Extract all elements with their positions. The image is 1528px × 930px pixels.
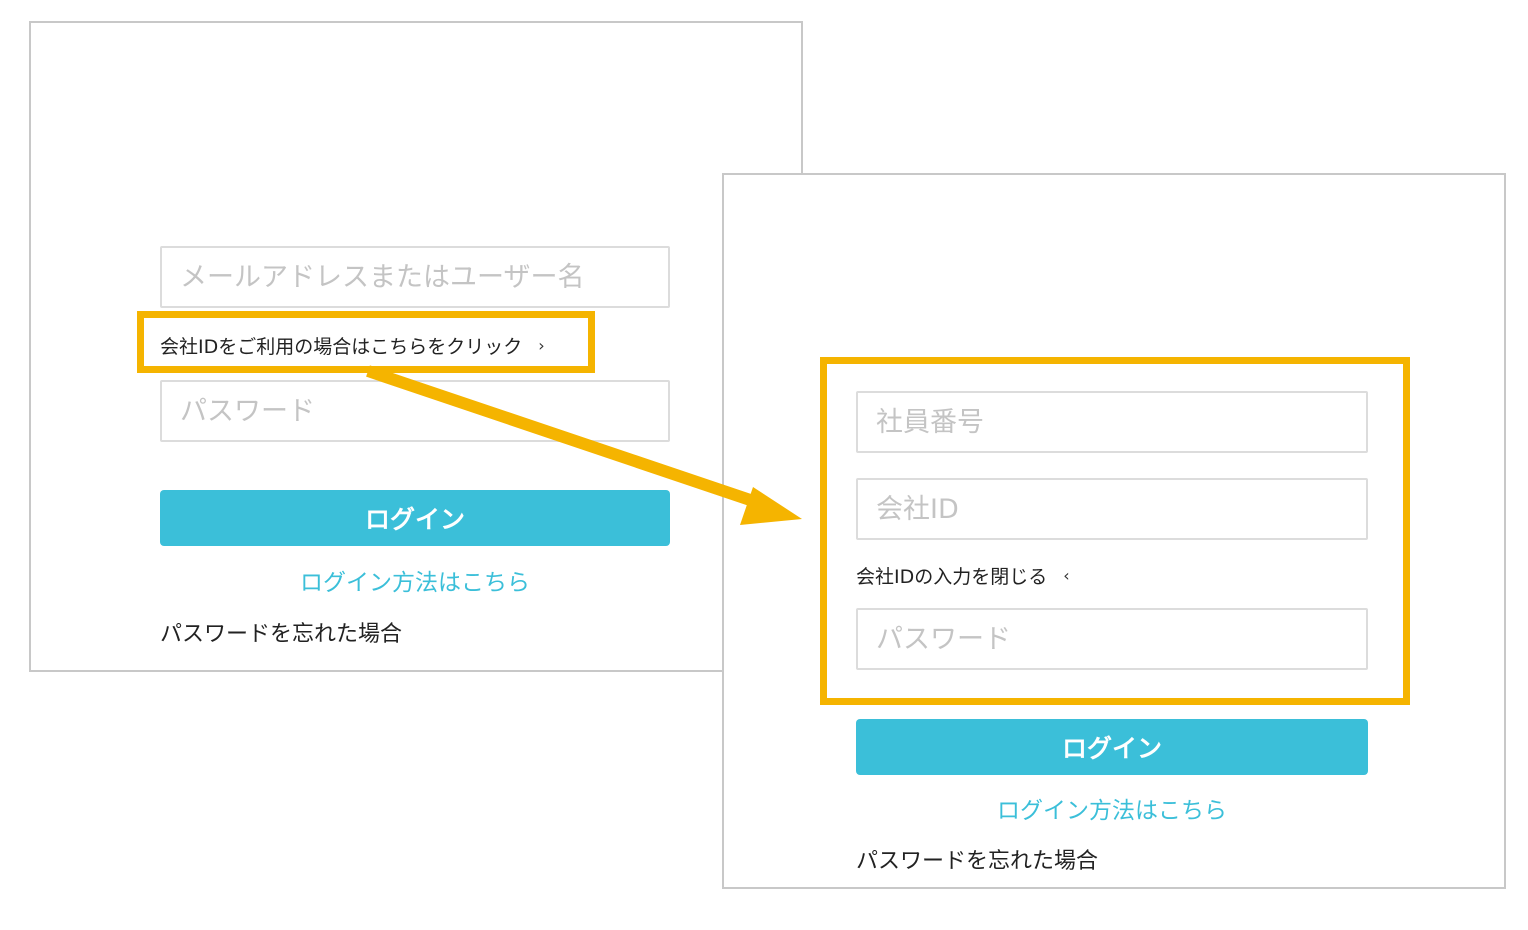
- login-panel-after: 会社IDの入力を閉じる ‹ ログイン ログイン方法はこちら パスワードを忘れた場…: [722, 173, 1506, 889]
- company-id-toggle-link[interactable]: 会社IDをご利用の場合はこちらをクリック ›: [160, 332, 545, 359]
- login-method-link[interactable]: ログイン方法はこちら: [160, 563, 670, 597]
- login-button[interactable]: ログイン: [856, 719, 1368, 775]
- forgot-password-link[interactable]: パスワードを忘れた場合: [856, 843, 1098, 875]
- username-input[interactable]: [160, 246, 670, 308]
- login-panel-before: 会社IDをご利用の場合はこちらをクリック › ログイン ログイン方法はこちら パ…: [29, 21, 803, 672]
- chevron-left-icon: ‹: [1063, 566, 1070, 585]
- company-id-input[interactable]: [856, 478, 1368, 540]
- company-id-toggle-label: 会社IDをご利用の場合はこちらをクリック: [160, 336, 523, 358]
- chevron-right-icon: ›: [538, 336, 545, 355]
- close-company-id-label: 会社IDの入力を閉じる: [856, 566, 1048, 588]
- password-input[interactable]: [856, 608, 1368, 670]
- login-method-link[interactable]: ログイン方法はこちら: [856, 791, 1368, 825]
- password-input[interactable]: [160, 380, 670, 442]
- login-button[interactable]: ログイン: [160, 490, 670, 546]
- close-company-id-link[interactable]: 会社IDの入力を閉じる ‹: [856, 562, 1070, 589]
- forgot-password-link[interactable]: パスワードを忘れた場合: [160, 616, 402, 648]
- employee-number-input[interactable]: [856, 391, 1368, 453]
